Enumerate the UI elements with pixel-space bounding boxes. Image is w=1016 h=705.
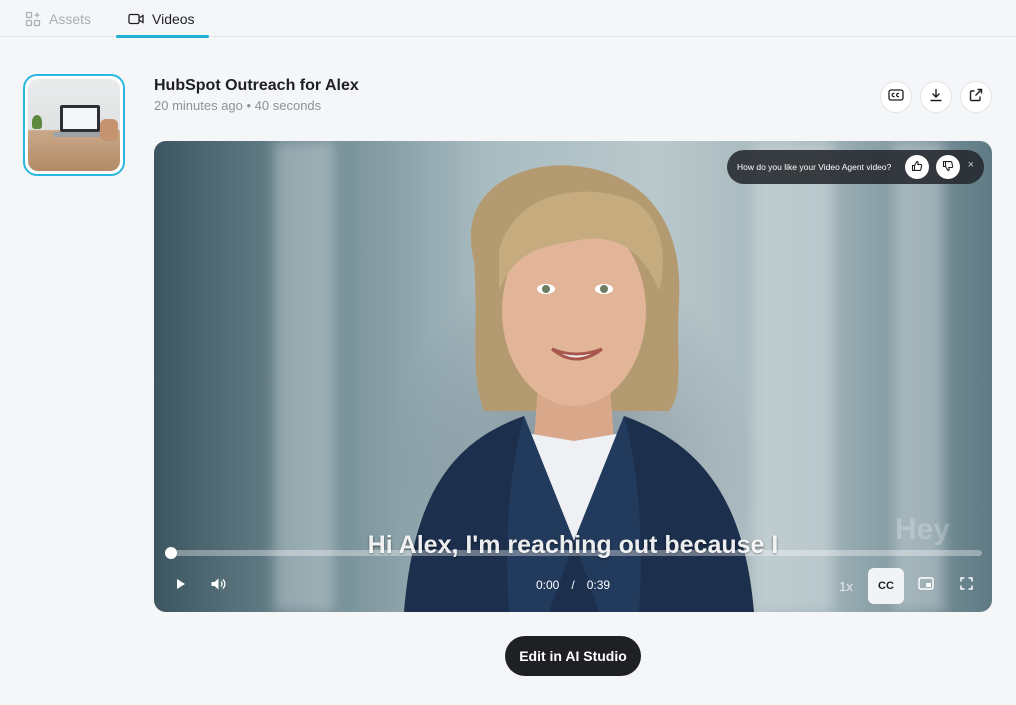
thumbnail-laptop-base <box>53 132 107 137</box>
open-external-icon <box>969 88 983 107</box>
thumbnail-plant <box>32 115 42 129</box>
assets-grid-icon <box>25 11 41 27</box>
thumbnail-chair <box>100 119 118 141</box>
cc-toggle-button[interactable]: CC <box>868 568 904 604</box>
thumbnail-laptop <box>60 105 100 132</box>
progress-bar[interactable] <box>165 547 982 559</box>
download-icon <box>929 88 943 107</box>
picture-in-picture-button[interactable] <box>914 571 938 601</box>
video-title: HubSpot Outreach for Alex <box>154 77 359 94</box>
tab-videos-label: Videos <box>152 10 195 27</box>
open-external-button[interactable] <box>960 81 992 113</box>
current-time: 0:00 <box>536 578 560 592</box>
tab-assets-label: Assets <box>49 10 92 27</box>
duration: 0:39 <box>586 578 611 592</box>
captions-icon <box>888 88 904 106</box>
tab-bar: Assets Videos <box>0 0 1016 38</box>
thumbs-up-button[interactable] <box>905 155 929 179</box>
video-thumbnail[interactable] <box>23 74 125 176</box>
tab-assets[interactable]: Assets <box>25 0 91 37</box>
fullscreen-button[interactable] <box>954 571 978 601</box>
video-player[interactable]: How do you like your Video Agent video? … <box>154 141 992 612</box>
picture-in-picture-icon <box>918 577 934 595</box>
time-display: 0:00 / 0:39 <box>536 578 610 592</box>
captions-button[interactable] <box>880 81 912 113</box>
video-meta: 20 minutes ago • 40 seconds <box>154 98 322 113</box>
thumbnail-image <box>28 79 120 171</box>
feedback-question: How do you like your Video Agent video? <box>737 162 892 172</box>
download-button[interactable] <box>920 81 952 113</box>
feedback-prompt: How do you like your Video Agent video? … <box>727 150 984 184</box>
play-icon <box>176 577 186 595</box>
fullscreen-icon <box>959 577 973 595</box>
close-feedback-button[interactable]: × <box>968 159 974 171</box>
volume-icon <box>210 577 226 596</box>
tab-videos[interactable]: Videos <box>116 0 209 38</box>
time-separator: / <box>571 578 575 592</box>
edit-in-ai-studio-button[interactable]: Edit in AI Studio <box>505 636 641 676</box>
thumbs-down-button[interactable] <box>936 155 960 179</box>
playback-speed-button[interactable]: 1x <box>834 571 858 601</box>
progress-knob[interactable] <box>165 547 177 559</box>
video-camera-icon <box>128 12 144 26</box>
volume-button[interactable] <box>206 571 230 601</box>
thumbs-up-icon <box>911 160 923 174</box>
play-button[interactable] <box>170 571 192 601</box>
thumbs-down-icon <box>942 160 954 174</box>
